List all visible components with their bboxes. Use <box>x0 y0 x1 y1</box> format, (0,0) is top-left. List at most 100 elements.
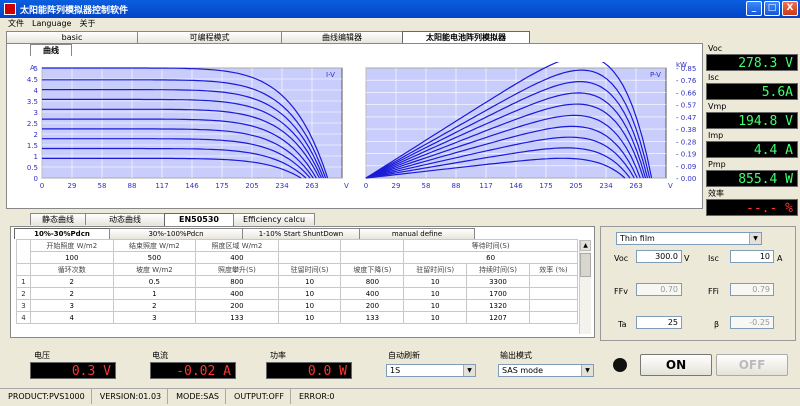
chart-tag: P-V <box>650 71 661 79</box>
y-tick-label: 0.5 <box>27 164 38 172</box>
y-tick-label: 2.5 <box>27 120 38 128</box>
table-scrollbar[interactable]: ▲ <box>579 240 591 334</box>
refresh-select[interactable]: 1S ▼ <box>386 364 476 377</box>
col-cycles: 循环次数 <box>30 263 114 276</box>
refresh-value: 1S <box>390 366 401 375</box>
tab-efficiency-calc[interactable]: Efficiency calcu <box>233 213 315 225</box>
x-tick-label: 175 <box>539 182 552 190</box>
x-tick-label: 263 <box>305 182 318 190</box>
output-mode-label: 输出模式 <box>500 351 532 360</box>
main-tabs: basic 可编程模式 曲线编辑器 太阳能电池阵列模拟器 <box>6 31 530 44</box>
y-tick-label: - 0.47 <box>676 114 696 122</box>
chevron-down-icon: ▼ <box>463 365 475 376</box>
ffv-input[interactable]: 0.70 <box>636 283 682 296</box>
wait-time-value[interactable]: 60 <box>403 251 578 264</box>
tab-30-100[interactable]: 30%-100%Pdcn <box>109 228 243 239</box>
output-mode-select[interactable]: SAS mode ▼ <box>498 364 594 377</box>
tab-curve[interactable]: 曲线 <box>30 44 72 56</box>
x-tick-label: 117 <box>155 182 168 190</box>
close-button[interactable]: X <box>782 1 798 16</box>
voc-param-label: Voc <box>614 254 629 263</box>
x-tick-label: 0 <box>40 182 44 190</box>
y-tick-label: - 0.76 <box>676 77 697 85</box>
x-tick-label: 205 <box>569 182 582 190</box>
minimize-button[interactable]: _ <box>746 1 762 16</box>
maximize-button[interactable]: □ <box>764 1 780 16</box>
tab-start-shutdown[interactable]: 1-10% Start ShuntDown <box>242 228 360 239</box>
start-irradiance-value[interactable]: 100 <box>30 251 114 264</box>
x-tick-label: 58 <box>422 182 431 190</box>
col-dwell-1: 驻留时间(S) <box>277 263 342 276</box>
tab-programmable[interactable]: 可编程模式 <box>137 31 282 43</box>
y-tick-label: 4 <box>34 87 39 95</box>
scroll-thumb[interactable] <box>580 253 591 277</box>
y-unit-label: kW <box>676 62 687 69</box>
off-button[interactable]: OFF <box>716 354 788 376</box>
menu-bar: 文件 Language 关于 <box>0 18 800 30</box>
efficiency-label: 效率 <box>708 189 724 198</box>
scroll-up-icon[interactable]: ▲ <box>580 240 591 251</box>
chevron-down-icon: ▼ <box>581 365 593 376</box>
title-bar: 太阳能阵列模拟器控制软件 _ □ X <box>0 0 800 18</box>
menu-language[interactable]: Language <box>32 18 71 30</box>
mode-tabs: 静态曲线 动态曲线 EN50530 Efficiency calcu <box>30 213 315 226</box>
col-duration: 持续时间(S) <box>466 263 530 276</box>
voc-input[interactable]: 300.0 <box>636 250 682 263</box>
isc-input[interactable]: 10 <box>730 250 774 263</box>
ta-param-label: Ta <box>618 320 627 329</box>
on-button[interactable]: ON <box>640 354 712 376</box>
vmp-label: Vmp <box>708 102 727 111</box>
x-tick-label: 234 <box>599 182 613 190</box>
table-row[interactable]: 1 2 0.5 800 10 800 10 3300 <box>16 275 579 288</box>
ffi-input[interactable]: 0.79 <box>730 283 774 296</box>
tab-basic[interactable]: basic <box>6 31 138 43</box>
table-row[interactable]: 4 4 3 133 10 133 10 1207 <box>16 311 579 324</box>
readout-panel: Voc 278.3 V Isc 5.6A Vmp 194.8 V Imp 4.4… <box>706 44 798 218</box>
isc-unit: A <box>777 254 783 263</box>
x-tick-label: 263 <box>629 182 642 190</box>
irradiance-range-value[interactable]: 400 <box>195 251 279 264</box>
y-tick-label: - 0.19 <box>676 151 696 159</box>
beta-input[interactable]: -0.25 <box>730 316 774 329</box>
tab-manual-define[interactable]: manual define <box>359 228 475 239</box>
x-tick-label: 29 <box>68 182 77 190</box>
table-row[interactable]: 3 3 2 200 10 200 10 1320 <box>16 299 579 312</box>
status-mode: MODE:SAS <box>168 389 227 404</box>
tab-static-curve[interactable]: 静态曲线 <box>30 213 86 225</box>
x-tick-label: 29 <box>392 182 401 190</box>
menu-about[interactable]: 关于 <box>79 18 95 30</box>
status-error: ERROR:0 <box>298 392 335 401</box>
x-tick-label: 88 <box>452 182 461 190</box>
end-irradiance-value[interactable]: 500 <box>112 251 197 264</box>
tab-dynamic-curve[interactable]: 动态曲线 <box>85 213 165 225</box>
tab-10-30[interactable]: 10%-30%Pdcn <box>14 228 110 239</box>
cell-type-select[interactable]: Thin film ▼ <box>616 232 762 245</box>
y-tick-label: 1.5 <box>27 142 38 150</box>
menu-file[interactable]: 文件 <box>8 18 24 30</box>
tab-en50530[interactable]: EN50530 <box>164 213 234 226</box>
vmp-readout: 194.8 V <box>706 112 798 129</box>
x-tick-label: 0 <box>364 182 368 190</box>
x-tick-label: 117 <box>479 182 492 190</box>
tab-curve-editor[interactable]: 曲线编辑器 <box>281 31 403 43</box>
ta-input[interactable]: 25 <box>636 316 682 329</box>
x-unit-label: V <box>344 182 349 190</box>
y-tick-label: - 0.38 <box>676 126 696 134</box>
x-tick-label: 234 <box>275 182 289 190</box>
header-irradiance-range: 照度区域 W/m2 <box>195 239 279 252</box>
voc-label: Voc <box>708 44 723 53</box>
x-tick-label: 146 <box>185 182 199 190</box>
voltage-readout: 0.3 V <box>30 362 116 379</box>
col-ramp-up: 照度攀升(S) <box>195 263 279 276</box>
header-wait-time: 等待时间(S) <box>403 239 578 252</box>
x-unit-label: V <box>668 182 673 190</box>
x-tick-label: 58 <box>98 182 107 190</box>
table-row[interactable]: 2 2 1 400 10 400 10 1700 <box>16 287 579 300</box>
voltage-label: 电压 <box>34 351 50 360</box>
y-tick-label: - 0.57 <box>676 102 696 110</box>
chevron-down-icon: ▼ <box>749 233 761 244</box>
auto-refresh-label: 自动刷新 <box>388 351 420 360</box>
output-status-led <box>613 358 627 372</box>
beta-param-label: β <box>714 320 720 329</box>
x-tick-label: 175 <box>215 182 228 190</box>
